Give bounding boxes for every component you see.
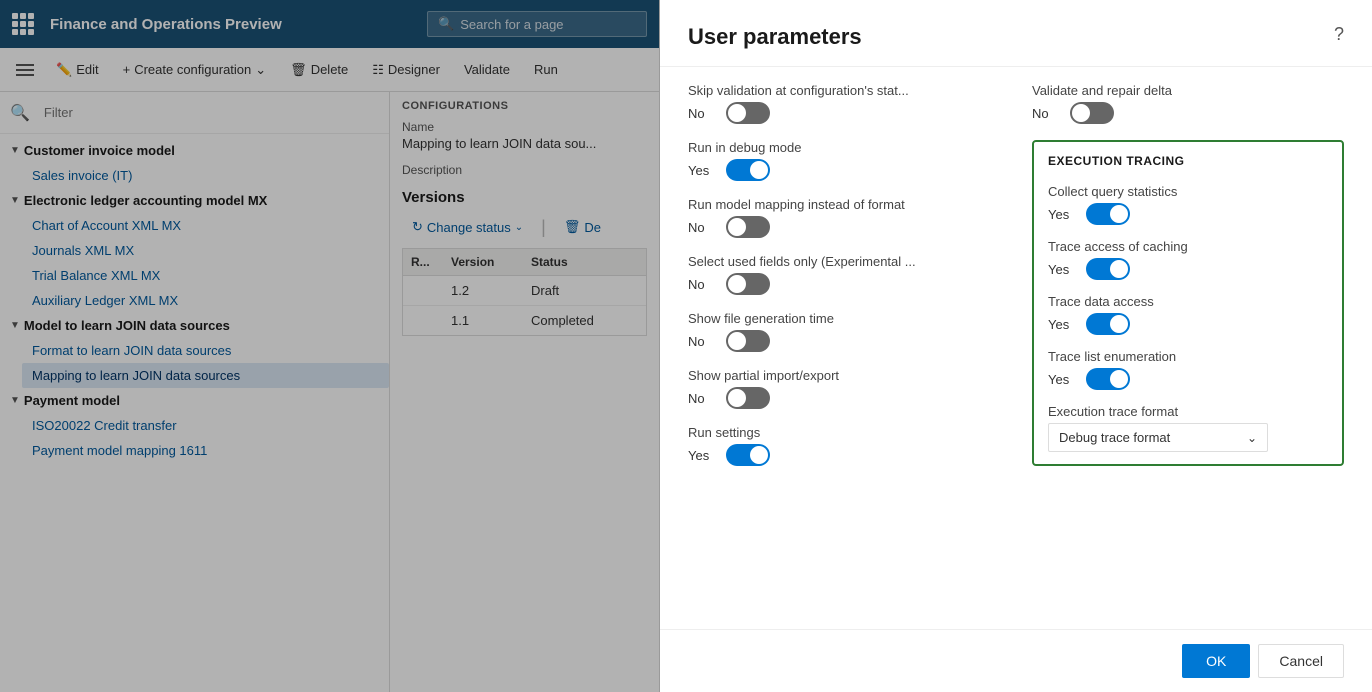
cancel-button[interactable]: Cancel xyxy=(1258,644,1344,678)
toggle-run-settings[interactable] xyxy=(726,444,770,466)
execution-tracing-header: EXECUTION TRACING xyxy=(1048,154,1328,168)
help-icon[interactable]: ? xyxy=(1334,24,1344,45)
modal-col-right: Validate and repair delta No EXECUTION T… xyxy=(1032,83,1344,613)
param-run-settings: Run settings Yes xyxy=(688,425,1000,466)
param-label-skip-validation: Skip validation at configuration's stat.… xyxy=(688,83,1000,98)
param-trace-data-access: Trace data access Yes xyxy=(1048,294,1328,335)
param-value-validate-repair: No xyxy=(1032,106,1060,121)
toggle-collect-query-stats[interactable] xyxy=(1086,203,1130,225)
exec-param-value-collect-query: Yes xyxy=(1048,207,1076,222)
modal-header: User parameters ? xyxy=(660,0,1372,67)
param-label-select-used-fields: Select used fields only (Experimental ..… xyxy=(688,254,1000,269)
param-value-skip-validation: No xyxy=(688,106,716,121)
exec-param-value-trace-caching: Yes xyxy=(1048,262,1076,277)
param-select-used-fields: Select used fields only (Experimental ..… xyxy=(688,254,1000,295)
param-label-validate-repair: Validate and repair delta xyxy=(1032,83,1344,98)
modal-footer: OK Cancel xyxy=(660,629,1372,692)
param-label-show-file-gen: Show file generation time xyxy=(688,311,1000,326)
param-value-show-file-gen: No xyxy=(688,334,716,349)
param-trace-list-enum: Trace list enumeration Yes xyxy=(1048,349,1328,390)
dropdown-arrow-icon: ⌄ xyxy=(1247,431,1257,445)
exec-param-label-trace-caching: Trace access of caching xyxy=(1048,239,1328,254)
exec-param-label-collect-query: Collect query statistics xyxy=(1048,184,1328,199)
toggle-select-used-fields[interactable] xyxy=(726,273,770,295)
toggle-trace-access-caching[interactable] xyxy=(1086,258,1130,280)
execution-tracing-box: EXECUTION TRACING Collect query statisti… xyxy=(1032,140,1344,466)
exec-trace-format-label: Execution trace format xyxy=(1048,404,1328,419)
param-show-file-gen: Show file generation time No xyxy=(688,311,1000,352)
toggle-run-debug-mode[interactable] xyxy=(726,159,770,181)
param-label-run-model-mapping: Run model mapping instead of format xyxy=(688,197,1000,212)
toggle-trace-data-access[interactable] xyxy=(1086,313,1130,335)
modal-col-left: Skip validation at configuration's stat.… xyxy=(688,83,1000,613)
param-value-run-model-mapping: No xyxy=(688,220,716,235)
exec-param-value-trace-list: Yes xyxy=(1048,372,1076,387)
param-trace-access-caching: Trace access of caching Yes xyxy=(1048,239,1328,280)
param-label-show-partial-import: Show partial import/export xyxy=(688,368,1000,383)
param-show-partial-import: Show partial import/export No xyxy=(688,368,1000,409)
param-value-run-settings: Yes xyxy=(688,448,716,463)
exec-param-label-trace-data: Trace data access xyxy=(1048,294,1328,309)
param-value-run-debug-mode: Yes xyxy=(688,163,716,178)
exec-param-label-trace-list: Trace list enumeration xyxy=(1048,349,1328,364)
param-run-model-mapping: Run model mapping instead of format No xyxy=(688,197,1000,238)
toggle-validate-repair[interactable] xyxy=(1070,102,1114,124)
toggle-show-partial-import[interactable] xyxy=(726,387,770,409)
exec-param-value-trace-data: Yes xyxy=(1048,317,1076,332)
toggle-run-model-mapping[interactable] xyxy=(726,216,770,238)
param-value-select-used-fields: No xyxy=(688,277,716,292)
exec-dropdown-value: Debug trace format xyxy=(1059,430,1170,445)
modal-body: Skip validation at configuration's stat.… xyxy=(660,67,1372,629)
exec-trace-format-dropdown[interactable]: Debug trace format ⌄ xyxy=(1048,423,1268,452)
param-skip-validation: Skip validation at configuration's stat.… xyxy=(688,83,1000,124)
modal-overlay: User parameters ? Skip validation at con… xyxy=(0,0,1372,692)
ok-button[interactable]: OK xyxy=(1182,644,1250,678)
toggle-show-file-gen[interactable] xyxy=(726,330,770,352)
param-validate-repair: Validate and repair delta No xyxy=(1032,83,1344,124)
param-run-debug-mode: Run in debug mode Yes xyxy=(688,140,1000,181)
modal-title: User parameters xyxy=(688,24,862,50)
user-parameters-modal: User parameters ? Skip validation at con… xyxy=(660,0,1372,692)
param-exec-trace-format: Execution trace format Debug trace forma… xyxy=(1048,404,1328,452)
toggle-trace-list-enum[interactable] xyxy=(1086,368,1130,390)
param-label-run-settings: Run settings xyxy=(688,425,1000,440)
param-label-run-debug-mode: Run in debug mode xyxy=(688,140,1000,155)
param-value-show-partial-import: No xyxy=(688,391,716,406)
toggle-skip-validation[interactable] xyxy=(726,102,770,124)
param-collect-query-stats: Collect query statistics Yes xyxy=(1048,184,1328,225)
